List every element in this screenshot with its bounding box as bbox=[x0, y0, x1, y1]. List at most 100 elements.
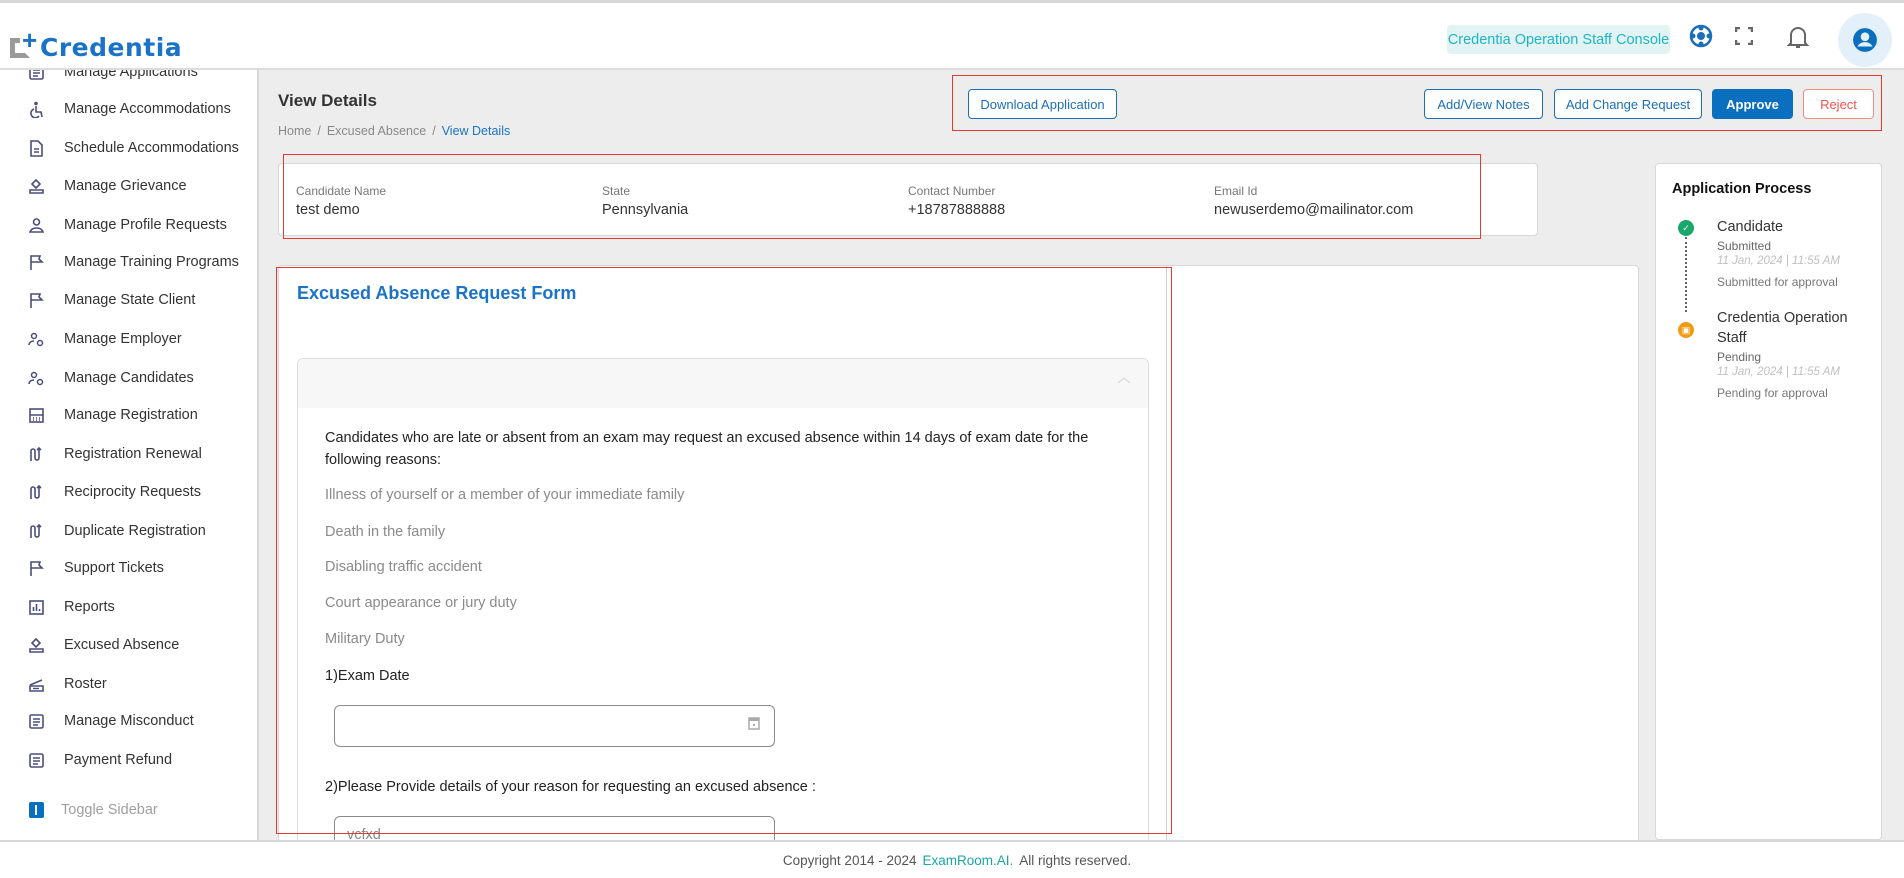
field-label: State bbox=[602, 184, 631, 198]
examroom-link[interactable]: ExamRoom.AI. bbox=[923, 853, 1014, 868]
sidebar-item-schedule-accommodations[interactable]: Schedule Accommodations bbox=[0, 133, 257, 163]
sidebar-item-label: Manage Misconduct bbox=[64, 713, 194, 729]
roster-icon bbox=[28, 676, 45, 693]
logo-text: Credentia bbox=[40, 33, 183, 62]
sidebar-item-duplicate-registration[interactable]: Duplicate Registration bbox=[0, 516, 257, 546]
process-step-staff: Credentia Operation Staff Pending 11 Jan… bbox=[1717, 308, 1867, 400]
reason-item: Disabling traffic accident bbox=[325, 559, 482, 575]
renew-icon bbox=[28, 446, 45, 463]
page-title: View Details bbox=[278, 91, 377, 110]
form-intro: Candidates who are late or absent from a… bbox=[325, 430, 1089, 468]
sidebar-item-label: Manage Registration bbox=[64, 407, 198, 423]
fullscreen-icon[interactable] bbox=[1733, 25, 1755, 47]
sidebar-item-payment-refund[interactable]: Payment Refund bbox=[0, 745, 257, 775]
contact-number-field: Contact Number +18787888888 bbox=[908, 184, 1005, 218]
approve-button[interactable]: Approve bbox=[1712, 89, 1793, 119]
sidebar-item-label: Roster bbox=[64, 676, 107, 692]
sidebar-item-label: Payment Refund bbox=[64, 752, 173, 768]
reason-item: Illness of yourself or a member of your … bbox=[325, 487, 685, 503]
field-value: +18787888888 bbox=[908, 202, 1006, 218]
timeline-connector bbox=[1685, 237, 1687, 312]
stamp-icon bbox=[28, 637, 45, 654]
pending-icon: ▣ bbox=[1678, 322, 1694, 338]
field-value: test demo bbox=[296, 202, 360, 218]
support-icon[interactable] bbox=[1688, 23, 1714, 49]
toggle-sidebar-label: Toggle Sidebar bbox=[61, 802, 158, 818]
step-date: 11 Jan, 2024 | 11:55 AM bbox=[1717, 255, 1840, 267]
exam-date-input[interactable] bbox=[334, 705, 775, 747]
chart-icon bbox=[28, 599, 45, 616]
email-field: Email Id newuserdemo@mailinator.com bbox=[1214, 184, 1413, 218]
sidebar-item-manage-registration[interactable]: Manage Registration bbox=[0, 400, 257, 430]
sidebar-item-label: Manage Training Programs bbox=[64, 254, 239, 270]
sidebar-item-excused-absence[interactable]: Excused Absence bbox=[0, 630, 257, 660]
reject-button[interactable]: Reject bbox=[1803, 89, 1874, 119]
toggle-sidebar-button[interactable]: Toggle Sidebar bbox=[0, 795, 257, 825]
step-status: Pending bbox=[1717, 350, 1762, 364]
step-date: 11 Jan, 2024 | 11:55 AM bbox=[1717, 366, 1840, 378]
chevron-up-icon[interactable] bbox=[1116, 375, 1132, 385]
document-icon bbox=[28, 70, 45, 81]
field-label: Contact Number bbox=[908, 184, 996, 198]
step-name: Candidate bbox=[1717, 219, 1784, 235]
sidebar-item-label: Manage Employer bbox=[64, 331, 182, 347]
sidebar: Manage Applications Manage Accommodations… bbox=[0, 70, 259, 840]
sidebar-item-manage-training-programs[interactable]: Manage Training Programs bbox=[0, 247, 257, 277]
sidebar-item-manage-profile-requests[interactable]: Manage Profile Requests bbox=[0, 210, 257, 240]
reason-item: Court appearance or jury duty bbox=[325, 595, 517, 611]
download-application-button[interactable]: Download Application bbox=[968, 89, 1117, 119]
form-panel-header[interactable] bbox=[298, 359, 1148, 408]
add-view-notes-button[interactable]: Add/View Notes bbox=[1424, 89, 1543, 119]
sidebar-item-manage-employer[interactable]: Manage Employer bbox=[0, 324, 257, 354]
sidebar-item-manage-misconduct[interactable]: Manage Misconduct bbox=[0, 706, 257, 736]
renew-icon bbox=[28, 523, 45, 540]
sidebar-item-label: Manage Applications bbox=[64, 70, 198, 80]
people-gear-icon bbox=[28, 370, 45, 387]
step-note: Submitted for approval bbox=[1717, 275, 1838, 289]
people-gear-icon bbox=[28, 331, 45, 348]
flag-icon bbox=[28, 560, 45, 577]
exam-date-label: 1)Exam Date bbox=[325, 668, 410, 684]
credentia-logo[interactable]: + Credentia bbox=[10, 27, 182, 62]
reason-item: Death in the family bbox=[325, 524, 446, 540]
sidebar-item-label: Manage Profile Requests bbox=[64, 217, 227, 233]
sidebar-item-label: Support Tickets bbox=[64, 560, 164, 576]
bell-icon[interactable] bbox=[1785, 23, 1811, 51]
flag-icon bbox=[28, 292, 45, 309]
calendar-icon[interactable] bbox=[748, 716, 760, 730]
accessible-icon bbox=[28, 101, 45, 118]
reason-item: Military Duty bbox=[325, 631, 405, 647]
sidebar-item-label: Excused Absence bbox=[64, 637, 180, 653]
account-avatar-button[interactable] bbox=[1838, 13, 1892, 67]
step-note: Pending for approval bbox=[1717, 386, 1828, 400]
step-status: Submitted bbox=[1717, 239, 1772, 253]
sidebar-item-support-tickets[interactable]: Support Tickets bbox=[0, 553, 257, 583]
app-header: + Credentia Credentia Operation Staff Co… bbox=[0, 3, 1904, 70]
sidebar-item-reports[interactable]: Reports bbox=[0, 592, 257, 622]
sidebar-item-manage-applications[interactable]: Manage Applications bbox=[0, 70, 257, 87]
console-badge: Credentia Operation Staff Console bbox=[1447, 25, 1670, 54]
breadcrumb-excused-absence[interactable]: Excused Absence bbox=[327, 124, 426, 138]
sidebar-item-registration-renewal[interactable]: Registration Renewal bbox=[0, 439, 257, 469]
sidebar-item-reciprocity-requests[interactable]: Reciprocity Requests bbox=[0, 477, 257, 507]
check-circle-icon: ✓ bbox=[1678, 220, 1694, 236]
breadcrumb-home[interactable]: Home bbox=[278, 124, 311, 138]
sidebar-item-label: Manage Accommodations bbox=[64, 101, 231, 117]
toggle-sidebar-icon bbox=[28, 802, 45, 819]
file-icon bbox=[28, 139, 45, 157]
add-change-request-button[interactable]: Add Change Request bbox=[1554, 89, 1702, 119]
process-step-candidate: Candidate Submitted 11 Jan, 2024 | 11:55… bbox=[1717, 217, 1840, 289]
step-name: Credentia Operation Staff bbox=[1717, 310, 1848, 346]
sidebar-item-roster[interactable]: Roster bbox=[0, 669, 257, 699]
state-field: State Pennsylvania bbox=[602, 184, 688, 218]
sidebar-item-manage-candidates[interactable]: Manage Candidates bbox=[0, 363, 257, 393]
person-icon bbox=[28, 217, 45, 234]
sidebar-item-manage-state-client[interactable]: Manage State Client bbox=[0, 285, 257, 315]
sidebar-item-manage-accommodations[interactable]: Manage Accommodations bbox=[0, 94, 257, 124]
reason-details-label: 2)Please Provide details of your reason … bbox=[325, 779, 816, 795]
form-divider bbox=[1166, 266, 1167, 840]
grid-icon bbox=[28, 407, 45, 424]
breadcrumb-separator: / bbox=[432, 124, 436, 138]
sidebar-item-manage-grievance[interactable]: Manage Grievance bbox=[0, 171, 257, 201]
copyright-text: Copyright 2014 - 2024 bbox=[782, 852, 917, 868]
